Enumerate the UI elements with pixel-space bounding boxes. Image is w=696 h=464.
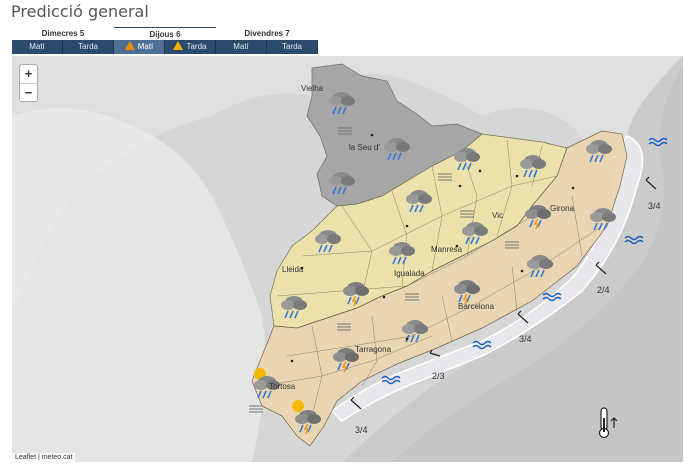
tab-wednesday-afternoon[interactable]: Tarda bbox=[63, 40, 114, 54]
weather-map[interactable]: Vielha la Seu d' Lleida Manresa Igualada… bbox=[12, 56, 683, 462]
day-selector: Dimecres 5 Matí Tarda Dijous 6 Matí Tard… bbox=[12, 27, 318, 55]
city-label: Barcelona bbox=[458, 302, 495, 311]
city-label: Igualada bbox=[394, 269, 425, 278]
warning-icon bbox=[124, 41, 135, 50]
tab-label: Matí bbox=[137, 42, 154, 51]
day-label: Dijous 6 bbox=[114, 27, 216, 40]
warning-icon bbox=[173, 41, 184, 50]
tab-friday-morning[interactable]: Matí bbox=[216, 40, 267, 54]
day-friday: Divendres 7 Matí Tarda bbox=[216, 27, 318, 55]
zoom-control: + − bbox=[19, 64, 38, 102]
day-thursday: Dijous 6 Matí Tarda bbox=[114, 27, 216, 55]
city-label: Tortosa bbox=[269, 382, 296, 391]
tab-friday-afternoon[interactable]: Tarda bbox=[267, 40, 318, 54]
sea-state-label: 2/4 bbox=[597, 285, 610, 295]
tab-thursday-afternoon[interactable]: Tarda bbox=[165, 40, 216, 54]
city-label: Vic bbox=[492, 211, 503, 220]
zoom-in-button[interactable]: + bbox=[20, 65, 37, 83]
zoom-out-button[interactable]: − bbox=[20, 83, 37, 101]
tab-label: Tarda bbox=[186, 42, 207, 51]
city-label: Girona bbox=[550, 204, 575, 213]
map-canvas: Vielha la Seu d' Lleida Manresa Igualada… bbox=[12, 56, 683, 462]
sea-state-label: 3/4 bbox=[519, 334, 532, 344]
map-attribution[interactable]: Leaflet | meteo.cat bbox=[12, 453, 76, 462]
tab-wednesday-morning[interactable]: Matí bbox=[12, 40, 63, 54]
city-label: Vielha bbox=[301, 84, 324, 93]
city-label: la Seu d' bbox=[349, 143, 380, 152]
tab-thursday-morning[interactable]: Matí bbox=[114, 40, 165, 54]
sea-state-label: 3/4 bbox=[355, 425, 368, 435]
city-label: Tarragona bbox=[355, 345, 392, 354]
day-label: Divendres 7 bbox=[244, 29, 290, 38]
page-title: Predicció general bbox=[11, 2, 149, 21]
city-label: Manresa bbox=[431, 245, 463, 254]
sea-state-label: 2/3 bbox=[432, 371, 445, 381]
day-wednesday: Dimecres 5 Matí Tarda bbox=[12, 27, 114, 55]
day-label: Dimecres 5 bbox=[41, 29, 85, 38]
sea-state-label: 3/4 bbox=[648, 201, 661, 211]
city-label: Lleida bbox=[282, 265, 304, 274]
